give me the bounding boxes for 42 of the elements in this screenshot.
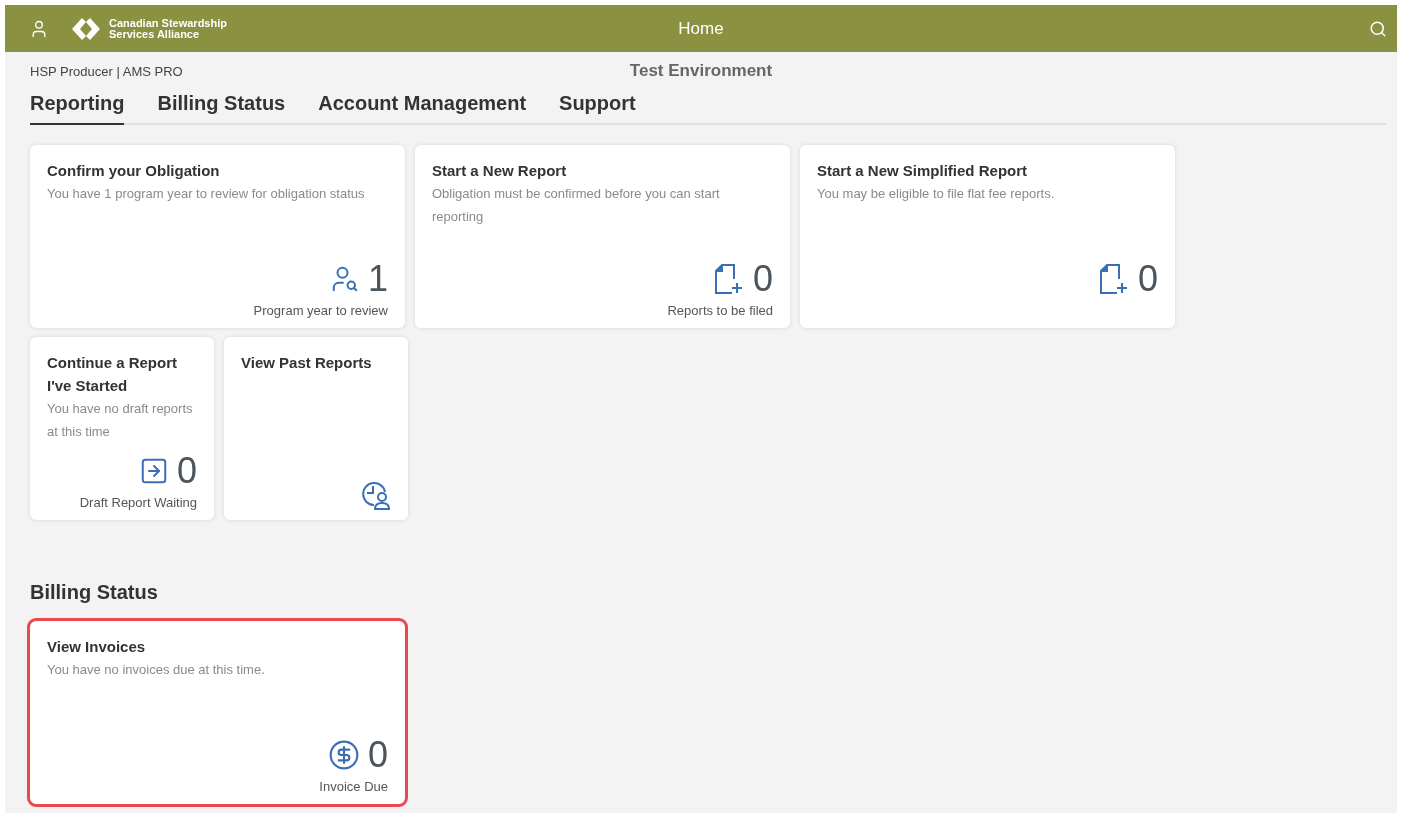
tab[interactable]: Reporting [30,92,125,125]
dollar-icon [327,739,360,771]
tile-description: Obligation must be confirmed before you can start reporting [432,185,721,226]
tile[interactable]: Start a New Report Obligation must be confirmed before you can start reporting 0 Reports to be filed [415,145,790,328]
tile-footer: Invoice Due [319,779,388,794]
tile-count: 0 [752,259,773,299]
tile-title: Confirm your Obligation [47,161,221,181]
tile-footer: Program year to review [253,303,388,318]
tile[interactable]: Confirm your Obligation You have 1 program year to review for obligation status 1 Program year to review [30,145,405,328]
section-heading: Billing Status [30,581,159,604]
environment-label: Test Environment [629,61,773,81]
tile-count: 1 [367,259,388,299]
tile-title: Start a New Report [432,161,568,181]
tile-title: View Invoices [47,637,147,657]
logo-icon [71,16,101,41]
logo-text: Services Alliance [109,28,200,40]
tile-description: You have no draft reports at this time [47,400,194,441]
tile[interactable]: Continue a Report I've Started You have no draft reports at this time 0 Draft Report Waiting [30,337,214,520]
tile-description: You may be eligible to file flat fee reports. [817,185,1056,203]
tile-title: Start a New Simplified Report [817,161,1029,181]
tile-count: 0 [1137,259,1158,299]
tile-title: View Past Reports [241,353,373,373]
tile[interactable]: Start a New Simplified Report You may be eligible to file flat fee reports. 0 [800,145,1175,328]
page-title: Home [678,18,724,39]
clock-user-icon [361,480,391,510]
tile-count: 0 [367,735,388,775]
account-label: HSP Producer | AMS PRO [30,63,183,79]
tile-footer: Reports to be filed [667,303,773,318]
new-document-icon [1097,263,1130,295]
tile-description: You have no invoices due at this time. [47,661,266,679]
tab[interactable]: Account Management [318,92,527,125]
search-icon[interactable] [1369,19,1387,38]
logo-text: Canadian Stewardship [109,17,227,29]
tile-title: Continue a Report I've Started [47,353,178,396]
tab[interactable]: Billing Status [157,92,286,125]
tile[interactable]: View Past Reports [224,337,408,520]
highlighted-tile[interactable]: View Invoices You have no invoices due at this time. 0 Invoice Due [30,621,405,804]
tile-count: 0 [176,451,197,491]
tab[interactable]: Support [559,92,636,125]
tile-description: You have 1 program year to review for obligation status [47,185,366,203]
tile-footer: Draft Report Waiting [79,495,197,510]
new-document-icon [712,263,745,295]
